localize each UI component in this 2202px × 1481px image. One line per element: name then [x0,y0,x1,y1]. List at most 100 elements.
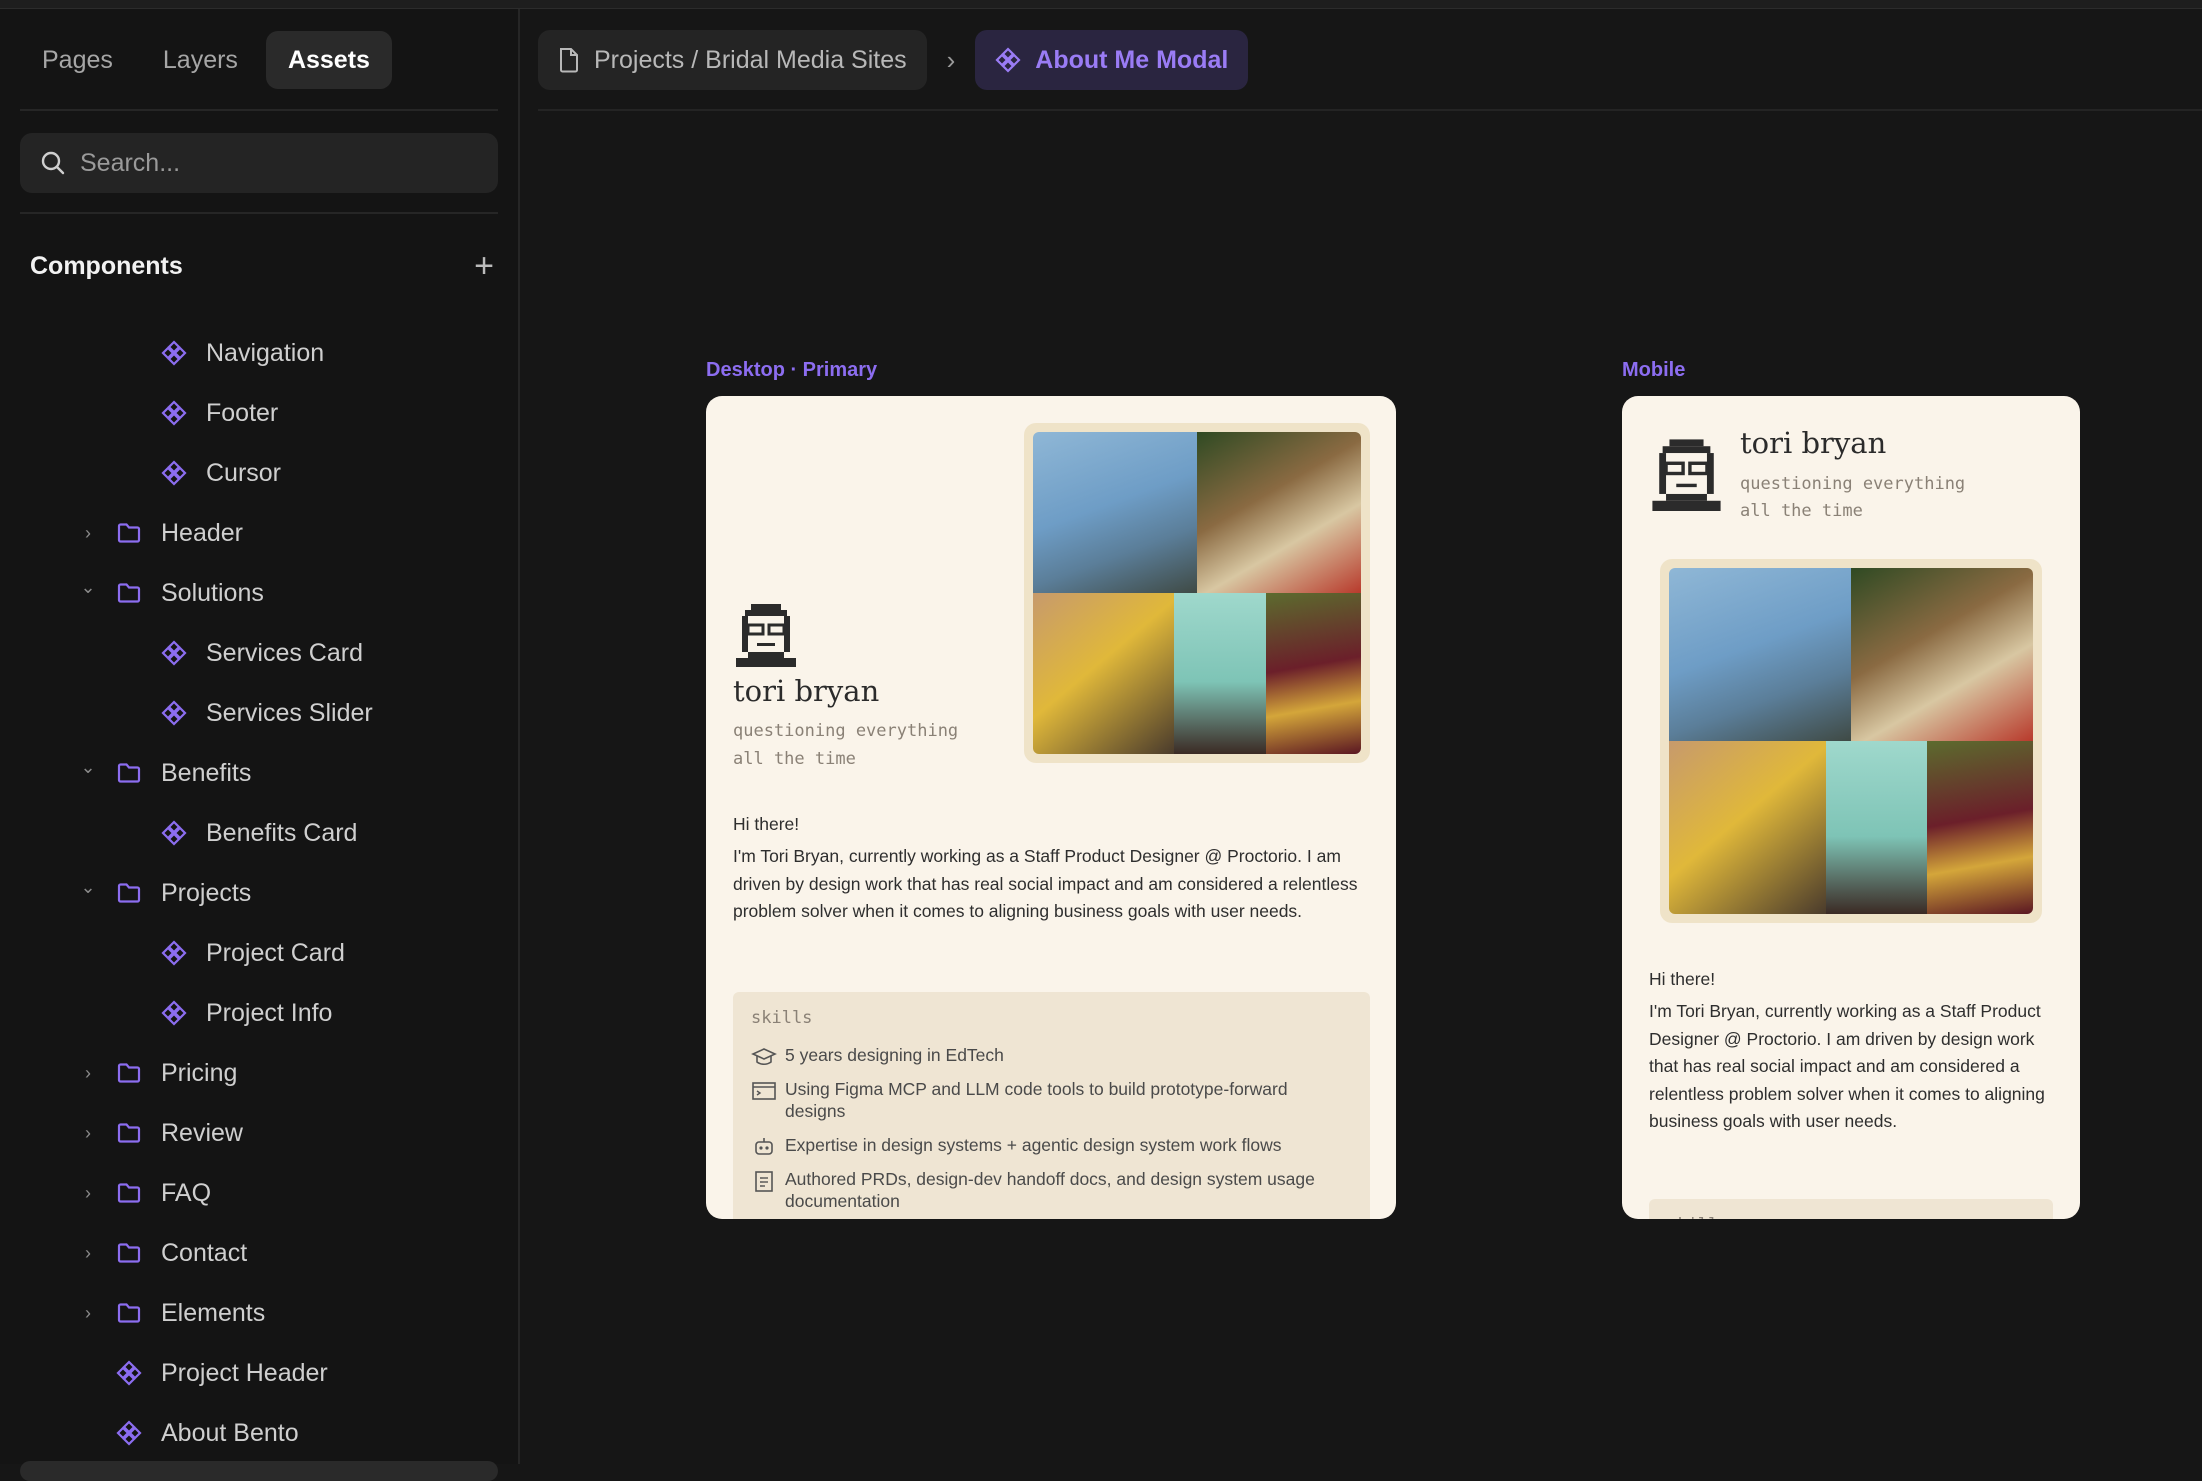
tree-item-label: About Bento [161,1418,299,1447]
component-item[interactable]: Project Header [115,1351,328,1395]
skill-item: Authored PRDs, design-dev handoff docs, … [751,1169,1351,1212]
component-item[interactable]: Services Card [160,631,363,675]
chevron-down-icon[interactable]: ⌄ [80,577,96,597]
mobile-frame[interactable]: tori bryan questioning everything all th… [1622,396,2080,1219]
folder-icon [115,1059,143,1087]
desktop-frame[interactable]: tori bryan questioning everything all th… [706,396,1396,1219]
skill-item: Expertise in design systems + agentic de… [751,1135,1351,1158]
greeting: Hi there! [1649,969,1716,989]
breadcrumb-path[interactable]: Projects / Bridal Media Sites [538,30,927,90]
folder-icon [115,759,143,787]
chevron-right-icon[interactable]: › [80,523,96,543]
search-box[interactable] [20,133,498,193]
profile-tagline-1: questioning everything [733,721,959,741]
photo-graduation [1265,593,1361,754]
add-component-icon[interactable]: + [474,249,494,283]
component-icon [160,639,188,667]
skill-text: 5 years designing in EdTech [785,1045,1004,1065]
skill-text: Using Figma MCP and LLM code tools to bu… [785,1079,1288,1121]
component-item[interactable]: About Bento [115,1411,299,1455]
folder-item[interactable]: Elements [115,1291,265,1335]
component-icon [995,47,1021,73]
bio-text: I'm Tori Bryan, currently working as a S… [1649,1001,2045,1131]
profile-name: tori bryan [1740,426,1887,460]
chevron-right-icon[interactable]: › [80,1123,96,1143]
terminal-window-icon [752,1082,776,1100]
tree-item-label: Benefits Card [206,818,358,847]
component-item[interactable]: Navigation [160,331,324,375]
tree-item-label: Pricing [161,1058,238,1087]
component-item[interactable]: Project Card [160,931,345,975]
folder-item[interactable]: Solutions [115,571,264,615]
component-icon [160,459,188,487]
folder-item[interactable]: Review [115,1111,243,1155]
chevron-down-icon[interactable]: ⌄ [80,877,96,897]
document-icon [755,1171,773,1192]
skills-panel: skills [1649,1199,2053,1219]
skills-title: skills [751,1008,813,1028]
skills-title: skills [1667,1215,1728,1219]
tree-item-label: Solutions [161,578,264,607]
folder-item[interactable]: Pricing [115,1051,237,1095]
photo-graduation [1927,741,2033,914]
photo-dinner [1197,432,1361,593]
breadcrumb: Projects / Bridal Media Sites › About Me… [538,30,1249,90]
desktop-frame-label[interactable]: Desktop · Primary [706,359,877,382]
folder-icon [115,519,143,547]
folder-item[interactable]: Projects [115,871,251,915]
breadcrumb-current-label: About Me Modal [1035,45,1229,74]
components-header: Components + [30,249,494,283]
sidebar: Pages Layers Assets Components + Navigat… [0,9,520,1481]
component-item[interactable]: Footer [160,391,278,435]
profile-tagline-2: all the time [733,749,856,769]
tab-pages[interactable]: Pages [20,31,135,89]
chevron-right-icon[interactable]: › [80,1063,96,1083]
search-input[interactable] [80,148,480,178]
chevron-right-icon[interactable]: › [80,1303,96,1323]
divider [20,212,498,214]
chevron-down-icon[interactable]: ⌄ [80,757,96,777]
folder-item[interactable]: Benefits [115,751,251,795]
photo-selfie [1669,741,1826,914]
tree-item-label: Services Slider [206,698,373,727]
component-item[interactable]: Project Info [160,991,332,1035]
photo-sculpture [1033,432,1197,593]
skill-text: Authored PRDs, design-dev handoff docs, … [785,1169,1315,1211]
component-item[interactable]: Cursor [160,451,281,495]
chevron-right-icon[interactable]: › [80,1243,96,1263]
sidebar-tabs: Pages Layers Assets [20,31,392,89]
scroll-indicator[interactable] [20,1461,498,1481]
avatar-icon [1652,439,1721,511]
folder-item[interactable]: FAQ [115,1171,211,1215]
graduation-cap-icon [751,1048,777,1066]
tab-layers[interactable]: Layers [141,31,260,89]
photo-mirror [1174,593,1266,754]
tree-item-label: Footer [206,398,279,427]
folder-item[interactable]: Header [115,511,243,555]
tree-item-label: Projects [161,878,252,907]
component-icon [160,699,188,727]
component-icon [115,1359,143,1387]
tab-assets[interactable]: Assets [265,31,392,89]
component-icon [160,339,188,367]
folder-item[interactable]: Contact [115,1231,247,1275]
robot-icon [755,1138,773,1155]
tree-item-label: Header [161,518,243,547]
mobile-frame-label[interactable]: Mobile [1622,359,1685,382]
breadcrumb-current[interactable]: About Me Modal [975,30,1249,90]
chevron-right-icon[interactable]: › [80,1183,96,1203]
component-item[interactable]: Benefits Card [160,811,357,855]
component-item[interactable]: Services Slider [160,691,373,735]
search-icon [41,151,65,175]
folder-icon [115,1179,143,1207]
tree-item-label: Contact [161,1238,248,1267]
skill-text: Expertise in design systems + agentic de… [785,1135,1282,1155]
photo-sculpture [1669,568,1851,741]
chevron-right-icon: › [946,44,956,75]
profile-tagline-1: questioning everything [1740,474,1966,494]
tree-item-label: FAQ [161,1178,212,1207]
folder-icon [115,579,143,607]
photo-mirror [1825,741,1928,914]
divider [20,109,498,111]
file-icon [558,47,580,73]
